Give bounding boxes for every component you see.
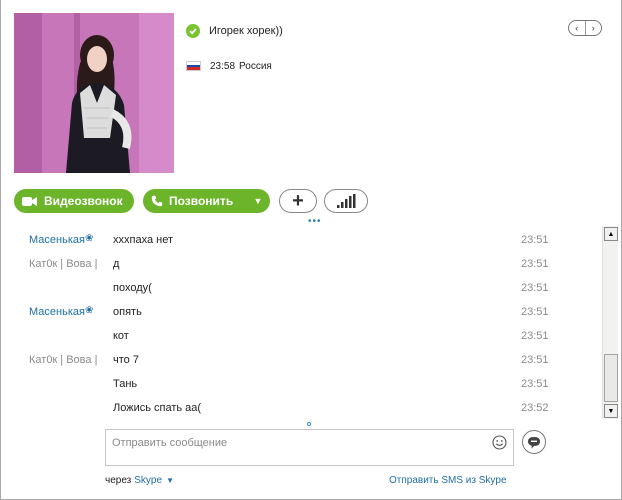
video-camera-icon <box>22 196 38 207</box>
phone-icon <box>151 195 163 207</box>
mood-message: Игорек хорек)) <box>209 25 283 37</box>
video-call-button[interactable]: Видеозвонок <box>14 189 134 213</box>
message-row: Масенькая ❀ хххпаха нет 23:51 <box>1 228 601 252</box>
chat-bubble-icon <box>528 436 540 448</box>
message-history: Масенькая ❀ хххпаха нет 23:51 Кат0к | Вова |… <box>1 228 601 420</box>
add-button[interactable]: + <box>279 189 317 213</box>
local-time: 23:58 <box>210 60 236 72</box>
message-compose-box[interactable] <box>105 429 514 466</box>
message-text: походу( <box>113 282 152 294</box>
message-text: опять <box>113 306 142 318</box>
russia-flag-icon <box>186 61 201 71</box>
message-sender[interactable]: Кат0к | Вова | <box>29 258 97 270</box>
message-text: Ложись спать аа( <box>113 402 202 414</box>
message-text: Тань <box>113 378 138 390</box>
signal-bars-icon <box>337 194 356 208</box>
message-sender[interactable]: Масенькая <box>29 234 85 246</box>
message-sender[interactable]: Масенькая <box>29 306 85 318</box>
call-button[interactable]: Позвонить ▼ <box>143 189 270 213</box>
resize-dot-icon[interactable] <box>307 422 311 426</box>
location-row: 23:58 Россия <box>186 59 272 73</box>
chevron-down-icon[interactable]: ▼ <box>246 189 270 213</box>
message-row: Ложись спать аа( 23:52 <box>1 396 601 420</box>
contact-avatar[interactable] <box>14 13 174 173</box>
contact-header: Игорек хорек)) 23:58 Россия ‹ › Видеозво… <box>1 0 621 227</box>
message-text: что 7 <box>113 354 139 366</box>
contact-country: Россия <box>239 60 272 72</box>
message-row: Кат0к | Вова | д 23:51 <box>1 252 601 276</box>
message-row: походу( 23:51 <box>1 276 601 300</box>
avatar-photo <box>14 13 174 173</box>
call-quality-button[interactable] <box>324 189 368 213</box>
video-call-label: Видеозвонок <box>44 194 123 208</box>
mood-row: Игорек хорек)) <box>186 23 283 39</box>
chevron-down-icon[interactable]: ▼ <box>166 476 174 485</box>
next-arrow-icon[interactable]: › <box>584 21 602 35</box>
message-scrollbar[interactable]: ▲ ▼ <box>602 226 618 419</box>
message-time: 23:52 <box>521 402 549 414</box>
message-row: Кат0к | Вова | что 7 23:51 <box>1 348 601 372</box>
message-time: 23:51 <box>521 258 549 270</box>
send-via: через Skype ▼ <box>105 475 174 486</box>
scroll-thumb[interactable] <box>604 354 618 402</box>
send-button[interactable] <box>522 430 546 454</box>
mood-flower-icon: ❀ <box>85 233 94 244</box>
message-time: 23:51 <box>521 354 549 366</box>
splitter-handle[interactable]: ••• <box>308 217 322 227</box>
via-service-link[interactable]: Skype <box>134 475 162 486</box>
message-input[interactable] <box>112 434 482 452</box>
message-sender[interactable]: Кат0к | Вова | <box>29 354 97 366</box>
prev-arrow-icon[interactable]: ‹ <box>569 21 585 35</box>
scroll-up-icon[interactable]: ▲ <box>604 227 618 241</box>
message-row: кот 23:51 <box>1 324 601 348</box>
call-label: Позвонить <box>169 194 234 208</box>
message-text: д <box>113 258 120 270</box>
plus-icon: + <box>292 190 304 212</box>
message-time: 23:51 <box>521 378 549 390</box>
online-check-icon <box>186 24 200 38</box>
message-time: 23:51 <box>521 282 549 294</box>
message-time: 23:51 <box>521 234 549 246</box>
scroll-down-icon[interactable]: ▼ <box>604 404 618 418</box>
send-sms-link[interactable]: Отправить SMS из Skype <box>389 475 507 486</box>
message-row: Масенькая ❀ опять 23:51 <box>1 300 601 324</box>
contact-nav: ‹ › <box>568 20 602 36</box>
smiley-icon[interactable] <box>492 435 507 450</box>
via-label: через <box>105 475 132 486</box>
message-text: кот <box>113 330 129 342</box>
message-text: хххпаха нет <box>113 234 173 246</box>
message-time: 23:51 <box>521 306 549 318</box>
message-row: Тань 23:51 <box>1 372 601 396</box>
message-time: 23:51 <box>521 330 549 342</box>
mood-flower-icon: ❀ <box>85 305 94 316</box>
